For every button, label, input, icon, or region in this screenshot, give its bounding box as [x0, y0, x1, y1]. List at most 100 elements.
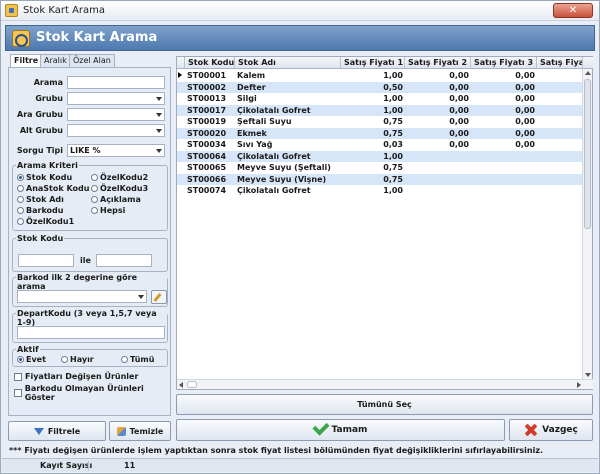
radio-stok-kodu[interactable]: Stok Kodu	[17, 173, 72, 182]
table-cell: 0,00	[449, 140, 469, 149]
scroll-up-icon[interactable]	[585, 71, 591, 75]
barkodu-olmayan-checkbox[interactable]: Barkodu Olmayan Ürünleri Göster	[14, 384, 170, 402]
table-cell: 0,00	[449, 105, 469, 115]
radio-aktif-tumu[interactable]: Tümü	[121, 355, 154, 364]
col-stok-adi[interactable]: Stok Adı	[235, 57, 341, 69]
col-satis-fiyati-3[interactable]: Satış Fiyatı 3	[471, 57, 537, 69]
radio-hepsi[interactable]: Hepsi	[91, 206, 125, 215]
tab-aralik[interactable]: Aralık	[40, 54, 71, 67]
table-cell: ST00065	[187, 163, 227, 172]
table-cell: ST00066	[187, 174, 227, 184]
radio-label: ÖzelKodu1	[26, 217, 75, 226]
scroll-thumb[interactable]	[187, 381, 197, 388]
edit-barkod-button[interactable]	[151, 290, 167, 304]
table-cell: 0,00	[449, 94, 469, 103]
table-row[interactable]: ST00013 Silgi 1,00 0,00 0,00	[177, 93, 582, 105]
table-cell: 0,00	[515, 94, 535, 103]
radio-ozelkodu2[interactable]: ÖzelKodu2	[91, 173, 148, 182]
table-cell: 0,50	[383, 82, 403, 92]
close-button[interactable]: ✕	[553, 3, 593, 18]
window-title: Stok Kart Arama	[23, 5, 106, 16]
radio-anastok-kodu[interactable]: AnaStok Kodu	[17, 184, 89, 193]
scroll-right-icon[interactable]	[577, 382, 581, 388]
table-cell: ST00034	[187, 140, 227, 149]
col-satis-fiyati-4[interactable]: Satış Fiyatı	[537, 57, 583, 69]
table-cell: ST00001	[187, 71, 227, 80]
grubu-select[interactable]	[67, 92, 165, 105]
table-cell: 1,00	[383, 186, 403, 195]
table-row[interactable]: ST00074 Çikolatalı Gofret 1,00	[177, 185, 582, 197]
table-cell: Kalem	[237, 71, 266, 80]
row-indicator-icon	[178, 72, 182, 78]
title-bar: Stok Kart Arama ✕	[1, 1, 599, 21]
radio-stok-adi[interactable]: Stok Adı	[17, 195, 64, 204]
radio-ozelkodu1[interactable]: ÖzelKodu1	[17, 217, 74, 226]
scroll-left-icon[interactable]	[179, 382, 183, 388]
table-cell	[471, 185, 535, 196]
radio-ozelkodu3[interactable]: ÖzelKodu3	[91, 184, 148, 193]
horizontal-scrollbar[interactable]	[177, 379, 593, 389]
alt-grubu-select[interactable]	[67, 124, 165, 137]
radio-dot	[91, 185, 98, 192]
table-row[interactable]: ST00020 Ekmek 0,75 0,00 0,00	[177, 127, 582, 139]
table-row[interactable]: ST00034 Sıvı Yağ 0,03 0,00 0,00	[177, 139, 582, 151]
table-cell	[405, 185, 469, 196]
scroll-down-icon[interactable]	[585, 373, 591, 377]
table-cell: ST00013	[187, 94, 227, 103]
arama-label: Arama	[33, 78, 63, 87]
table-cell	[471, 174, 535, 185]
radio-aciklama[interactable]: Açıklama	[91, 195, 141, 204]
sorgu-tipi-label: Sorgu Tipi	[16, 146, 63, 155]
arama-input[interactable]	[67, 76, 165, 89]
table-row[interactable]: ST00064 Çikolatalı Gofret 1,00	[177, 150, 582, 162]
radio-label: Hepsi	[100, 206, 126, 215]
table-row[interactable]: ST00065 Meyve Suyu (Şeftali) 0,75	[177, 162, 582, 174]
table-cell	[471, 151, 535, 162]
tab-filtre[interactable]: Filtre	[10, 54, 43, 68]
col-satis-fiyati-2[interactable]: Satış Fiyatı 2	[405, 57, 471, 69]
table-row[interactable]: ST00017 Çikolatalı Gofret 1,00 0,00 0,00	[177, 104, 582, 116]
tamam-button[interactable]: Tamam	[176, 418, 505, 441]
table-row[interactable]: ST00019 Şeftali Suyu 0,75 0,00 0,00	[177, 116, 582, 128]
table-cell: Ekmek	[237, 128, 267, 138]
vertical-scrollbar[interactable]	[582, 69, 592, 379]
barkod-select[interactable]	[17, 290, 147, 303]
filtrele-button[interactable]: Filtrele	[8, 421, 106, 441]
radio-label: Tümü	[130, 355, 155, 364]
alt-grubu-label: Alt Grubu	[19, 126, 63, 135]
stok-kodu-from-input[interactable]	[18, 254, 74, 267]
stok-grid[interactable]: Stok Kodu Stok Adı Satış Fiyatı 1 Satış …	[176, 56, 593, 390]
table-cell: 0,75	[383, 163, 403, 172]
radio-aktif-hayir[interactable]: Hayır	[61, 355, 94, 364]
table-row[interactable]: ST00001 Kalem 1,00 0,00 0,00	[177, 70, 582, 82]
chevron-down-icon	[156, 97, 162, 101]
stok-kodu-group: Stok Kodu ile	[12, 234, 168, 272]
radio-label: AnaStok Kodu	[26, 184, 90, 193]
tab-ozel-alan[interactable]: Özel Alan	[69, 54, 115, 67]
col-satis-fiyati-1[interactable]: Satış Fiyatı 1	[341, 57, 405, 69]
table-cell	[405, 162, 469, 173]
radio-aktif-evet[interactable]: Evet	[17, 355, 46, 364]
ara-grubu-select[interactable]	[67, 108, 165, 121]
filtrele-label: Filtrele	[47, 426, 81, 436]
table-row[interactable]: ST00002 Defter 0,50 0,00 0,00	[177, 81, 582, 93]
radio-dot	[91, 207, 98, 214]
radio-dot	[17, 185, 24, 192]
tumunu-sec-button[interactable]: Tümünü Seç	[176, 394, 593, 415]
temizle-button[interactable]: Temizle	[109, 421, 171, 441]
table-cell: 1,00	[383, 71, 403, 80]
col-stok-kodu[interactable]: Stok Kodu	[185, 57, 235, 69]
vazgec-button[interactable]: Vazgeç	[509, 419, 593, 441]
depart-kodu-input[interactable]	[17, 326, 165, 339]
sorgu-tipi-select[interactable]: LIKE %	[67, 144, 165, 157]
stok-kodu-to-input[interactable]	[96, 254, 152, 267]
fiyatlari-degisen-checkbox[interactable]: Fiyatları Değişen Ürünler	[14, 372, 138, 381]
chevron-down-icon	[156, 149, 162, 153]
scroll-thumb[interactable]	[584, 79, 591, 229]
table-cell: 0,00	[449, 128, 469, 138]
table-row[interactable]: ST00066 Meyve Suyu (Vişne) 0,75	[177, 173, 582, 185]
radio-barkodu[interactable]: Barkodu	[17, 206, 63, 215]
vazgec-label: Vazgeç	[542, 425, 578, 435]
radio-label: Açıklama	[100, 195, 141, 204]
table-cell: 0,75	[383, 117, 403, 126]
